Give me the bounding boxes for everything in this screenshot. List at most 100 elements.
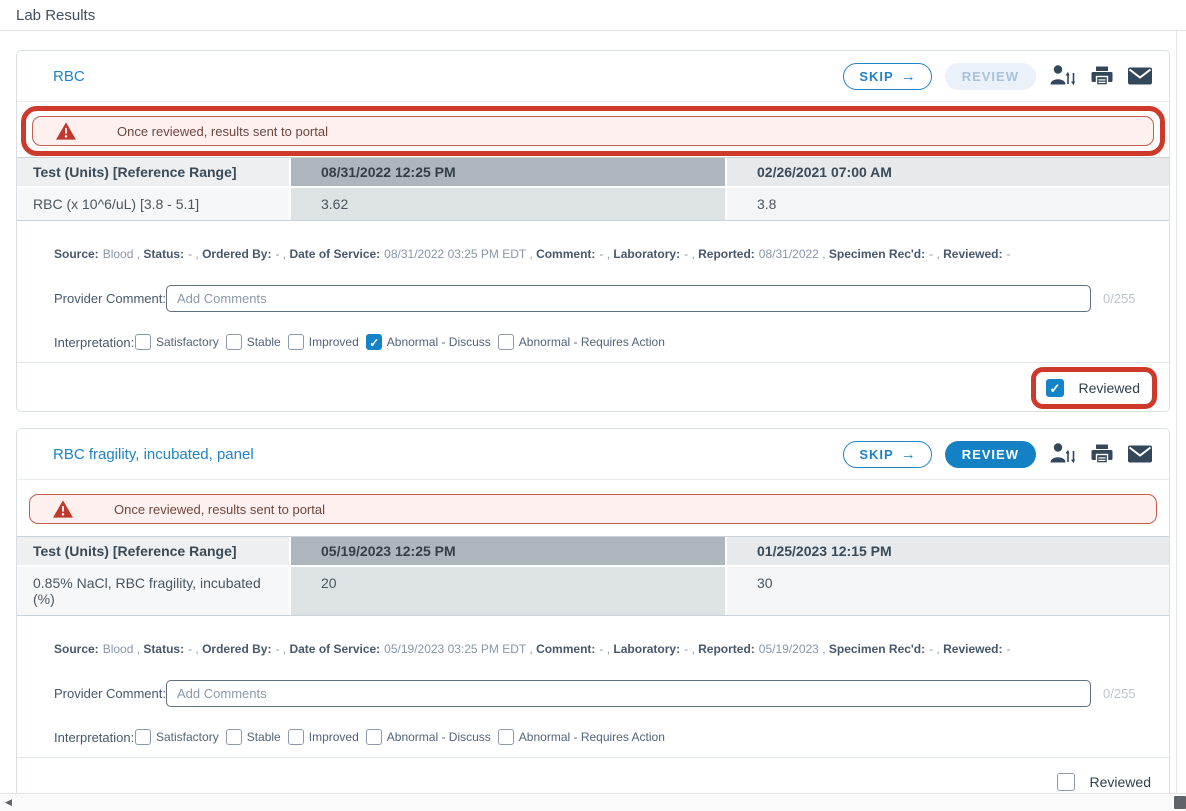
reviewed-label: Reviewed bbox=[1090, 774, 1151, 790]
provider-comment-label: Provider Comment: bbox=[54, 291, 166, 306]
result-metadata: Source:BloodStatus:-Ordered By:-Date of … bbox=[54, 247, 1149, 261]
arrow-right-icon: → bbox=[901, 446, 916, 463]
checkbox-label: Satisfactory bbox=[156, 730, 219, 744]
stable-checkbox[interactable] bbox=[226, 334, 242, 350]
panel-title: RBC fragility, incubated, panel bbox=[53, 446, 254, 463]
meta-field: Comment:- bbox=[536, 642, 613, 656]
meta-field: Reviewed:- bbox=[943, 247, 1010, 261]
interpretation-label: Interpretation: bbox=[54, 730, 135, 745]
review-button[interactable]: REVIEW bbox=[945, 441, 1036, 468]
meta-field: Specimen Rec'd:- bbox=[829, 247, 943, 261]
result-value-current: 20 bbox=[289, 565, 725, 615]
banner-zone: Once reviewed, results sent to portal bbox=[17, 480, 1169, 536]
warning-text: Once reviewed, results sent to portal bbox=[117, 124, 328, 139]
print-icon[interactable] bbox=[1090, 64, 1114, 88]
interpretation-option: Improved bbox=[288, 334, 359, 350]
column-header-date-current[interactable]: 08/31/2022 12:25 PM bbox=[289, 158, 725, 186]
horizontal-scrollbar[interactable]: ◀ bbox=[0, 793, 1186, 811]
column-header-date-previous[interactable]: 02/26/2021 07:00 AM bbox=[725, 158, 1169, 186]
scroll-left-arrow-icon[interactable]: ◀ bbox=[0, 797, 12, 808]
skip-label: SKIP bbox=[859, 69, 893, 84]
character-counter: 0/255 bbox=[1103, 686, 1149, 701]
portal-warning-banner: Once reviewed, results sent to portal bbox=[29, 494, 1157, 524]
checkbox-label: Stable bbox=[247, 335, 281, 349]
abnormal-requires-action-checkbox[interactable] bbox=[498, 729, 514, 745]
column-header-date-current[interactable]: 05/19/2023 12:25 PM bbox=[289, 537, 725, 565]
column-header-test: Test (Units) [Reference Range] bbox=[17, 158, 289, 186]
arrow-right-icon: → bbox=[901, 68, 916, 85]
improved-checkbox[interactable] bbox=[288, 334, 304, 350]
assign-results-icon[interactable] bbox=[1049, 442, 1077, 466]
meta-field: Comment:- bbox=[536, 247, 613, 261]
checkbox-label: Abnormal - Requires Action bbox=[519, 730, 665, 744]
email-icon[interactable] bbox=[1127, 444, 1153, 464]
meta-field: Laboratory:- bbox=[613, 642, 698, 656]
skip-button[interactable]: SKIP → bbox=[843, 63, 931, 90]
divider bbox=[17, 101, 1169, 102]
meta-field: Ordered By:- bbox=[202, 642, 289, 656]
table-row: 0.85% NaCl, RBC fragility, incubated (%)… bbox=[17, 565, 1169, 615]
abnormal-discuss-checkbox[interactable] bbox=[366, 729, 382, 745]
reviewed-checkbox[interactable] bbox=[1046, 379, 1064, 397]
abnormal-requires-action-checkbox[interactable] bbox=[498, 334, 514, 350]
checkbox-label: Improved bbox=[309, 335, 359, 349]
page-title: Lab Results bbox=[0, 0, 1186, 31]
checkbox-label: Stable bbox=[247, 730, 281, 744]
improved-checkbox[interactable] bbox=[288, 729, 304, 745]
provider-comment-input[interactable] bbox=[166, 680, 1091, 707]
panel-header: RBC fragility, incubated, panel SKIP → R… bbox=[17, 429, 1169, 479]
meta-field: Status:- bbox=[143, 642, 202, 656]
meta-field: Reported:05/19/2023 bbox=[698, 642, 829, 656]
table-row: RBC (x 10^6/uL) [3.8 - 5.1] 3.62 3.8 bbox=[17, 186, 1169, 220]
lab-results-content: RBC SKIP → REVIEW bbox=[0, 31, 1186, 807]
reviewed-control: Reviewed bbox=[1057, 773, 1151, 791]
meta-field: Status:- bbox=[143, 247, 202, 261]
interpretation-row: Interpretation: Satisfactory Stable Impr… bbox=[54, 334, 1149, 350]
test-name-cell: RBC (x 10^6/uL) [3.8 - 5.1] bbox=[17, 186, 289, 220]
meta-field: Reported:08/31/2022 bbox=[698, 247, 829, 261]
result-panel-rbc: RBC SKIP → REVIEW bbox=[16, 50, 1170, 412]
interpretation-option: Abnormal - Requires Action bbox=[498, 729, 665, 745]
abnormal-discuss-checkbox[interactable] bbox=[366, 334, 382, 350]
meta-field: Specimen Rec'd:- bbox=[829, 642, 943, 656]
vertical-scrollbar-track[interactable] bbox=[1176, 31, 1177, 793]
checkbox-label: Abnormal - Discuss bbox=[387, 730, 491, 744]
meta-field: Date of Service:08/31/2022 03:25 PM EDT bbox=[289, 247, 536, 261]
warning-text: Once reviewed, results sent to portal bbox=[114, 502, 325, 517]
checkbox-label: Improved bbox=[309, 730, 359, 744]
meta-field: Source:Blood bbox=[54, 247, 143, 261]
email-icon[interactable] bbox=[1127, 66, 1153, 86]
stable-checkbox[interactable] bbox=[226, 729, 242, 745]
character-counter: 0/255 bbox=[1103, 291, 1149, 306]
review-button[interactable]: REVIEW bbox=[945, 63, 1036, 90]
panel-actions: SKIP → REVIEW bbox=[843, 441, 1153, 468]
table-header-row: Test (Units) [Reference Range] 05/19/202… bbox=[17, 537, 1169, 565]
results-table: Test (Units) [Reference Range] 08/31/202… bbox=[17, 157, 1169, 221]
result-detail: Source:BloodStatus:-Ordered By:-Date of … bbox=[17, 616, 1169, 757]
satisfactory-checkbox[interactable] bbox=[135, 334, 151, 350]
test-name-cell: 0.85% NaCl, RBC fragility, incubated (%) bbox=[17, 565, 289, 615]
meta-field: Ordered By:- bbox=[202, 247, 289, 261]
provider-comment-input[interactable] bbox=[166, 285, 1091, 312]
reviewed-checkbox[interactable] bbox=[1057, 773, 1075, 791]
satisfactory-checkbox[interactable] bbox=[135, 729, 151, 745]
skip-button[interactable]: SKIP → bbox=[843, 441, 931, 468]
horizontal-scrollbar-thumb[interactable] bbox=[1174, 796, 1186, 809]
interpretation-option: Abnormal - Discuss bbox=[366, 334, 491, 350]
assign-results-icon[interactable] bbox=[1049, 64, 1077, 88]
interpretation-option: Satisfactory bbox=[135, 729, 219, 745]
interpretation-label: Interpretation: bbox=[54, 335, 135, 350]
result-metadata: Source:BloodStatus:-Ordered By:-Date of … bbox=[54, 642, 1149, 656]
print-icon[interactable] bbox=[1090, 442, 1114, 466]
meta-field: Reviewed:- bbox=[943, 642, 1010, 656]
checkbox-label: Satisfactory bbox=[156, 335, 219, 349]
provider-comment-label: Provider Comment: bbox=[54, 686, 166, 701]
panel-actions: SKIP → REVIEW bbox=[843, 63, 1153, 90]
portal-warning-banner: Once reviewed, results sent to portal bbox=[32, 116, 1154, 146]
checkbox-label: Abnormal - Requires Action bbox=[519, 335, 665, 349]
panel-title: RBC bbox=[53, 68, 85, 85]
column-header-date-previous[interactable]: 01/25/2023 12:15 PM bbox=[725, 537, 1169, 565]
result-panel-rbc-fragility: RBC fragility, incubated, panel SKIP → R… bbox=[16, 428, 1170, 807]
warning-icon bbox=[52, 499, 74, 519]
meta-field: Source:Blood bbox=[54, 642, 143, 656]
